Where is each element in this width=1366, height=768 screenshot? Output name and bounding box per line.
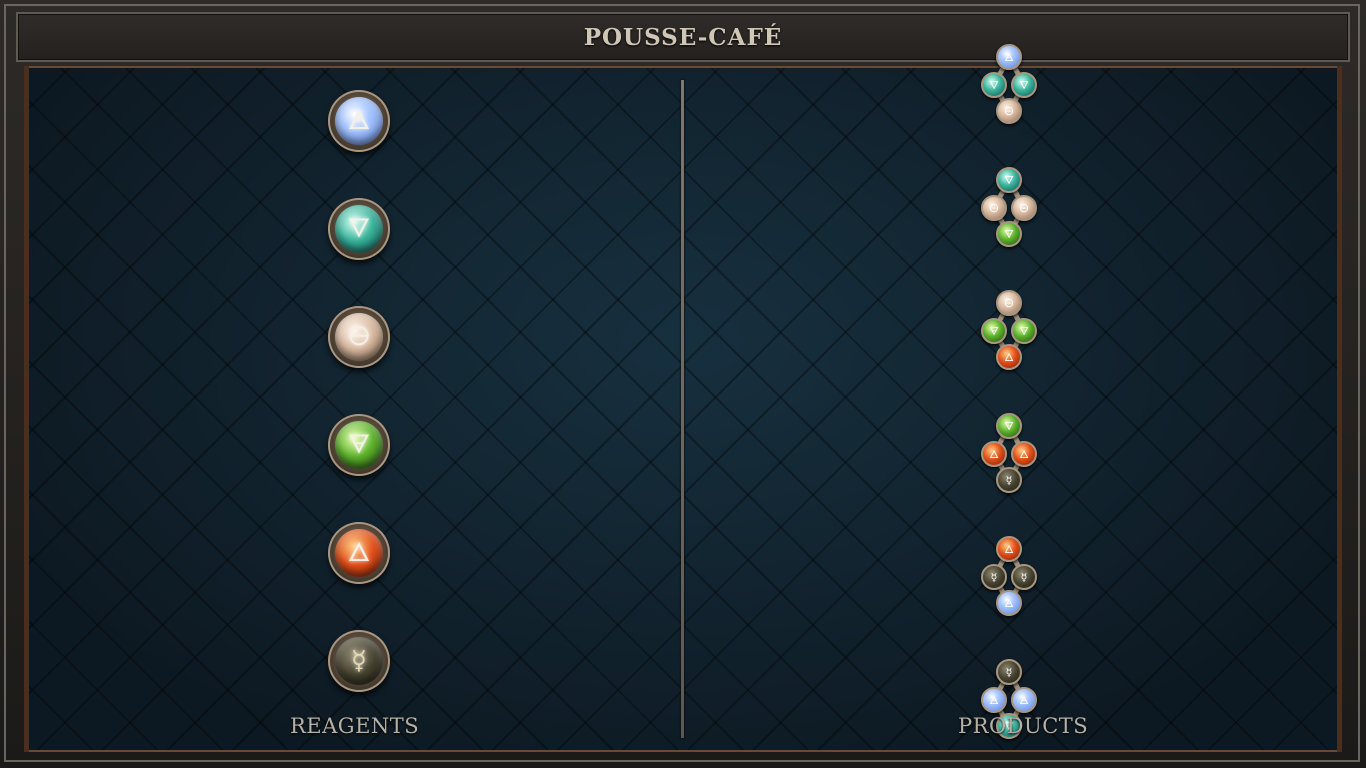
atom-fire-icon: 🜂 (996, 344, 1022, 370)
atom-salt-icon: 🜔 (996, 290, 1022, 316)
atom-earth-icon: 🜃 (996, 221, 1022, 247)
water-symbol-icon: 🜄 (335, 205, 383, 253)
reagent-water[interactable]: 🜄 (328, 198, 390, 260)
reagent-fire[interactable]: 🜂 (328, 522, 390, 584)
product-molecule[interactable]: 🜃 🜂 🜂 ☿ (977, 409, 1041, 499)
atom-quicksilver-icon: ☿ (1011, 564, 1037, 590)
atom-quicksilver-icon: ☿ (996, 467, 1022, 493)
atom-fire-icon: 🜂 (1011, 441, 1037, 467)
reagent-quicksilver[interactable]: ☿ (328, 630, 390, 692)
atom-fire-icon: 🜂 (981, 441, 1007, 467)
atom-air-icon: 🜁 (1011, 687, 1037, 713)
atom-water-icon: 🜄 (996, 167, 1022, 193)
atom-quicksilver-icon: ☿ (996, 659, 1022, 685)
product-molecule[interactable]: 🜔 🜃 🜃 🜂 (977, 286, 1041, 376)
atom-water-icon: 🜄 (981, 72, 1007, 98)
atom-fire-icon: 🜂 (996, 536, 1022, 562)
title-bar: POUSSE-CAFÉ (16, 12, 1350, 62)
air-symbol-icon: 🜁 (335, 97, 383, 145)
atom-salt-icon: 🜔 (981, 195, 1007, 221)
atom-quicksilver-icon: ☿ (981, 564, 1007, 590)
atom-earth-icon: 🜃 (996, 413, 1022, 439)
reagent-earth[interactable]: 🜃 (328, 414, 390, 476)
products-label: PRODUCTS (958, 714, 1089, 738)
atom-salt-icon: 🜔 (996, 98, 1022, 124)
product-molecule[interactable]: 🜂 ☿ ☿ 🜁 (977, 532, 1041, 622)
fire-symbol-icon: 🜂 (335, 529, 383, 577)
product-molecule[interactable]: 🜄 🜔 🜔 🜃 (977, 163, 1041, 253)
puzzle-title: POUSSE-CAFÉ (583, 23, 783, 51)
product-molecule[interactable]: 🜁 🜄 🜄 🜔 (977, 40, 1041, 130)
reagent-salt[interactable]: 🜔 (328, 306, 390, 368)
atom-salt-icon: 🜔 (1011, 195, 1037, 221)
panel-left-trim (24, 66, 29, 752)
quicksilver-symbol-icon: ☿ (335, 637, 383, 685)
salt-symbol-icon: 🜔 (335, 313, 383, 361)
atom-air-icon: 🜁 (981, 687, 1007, 713)
reagents-label: REAGENTS (290, 714, 420, 738)
atom-earth-icon: 🜃 (1011, 318, 1037, 344)
reagent-air[interactable]: 🜁 (328, 90, 390, 152)
atom-water-icon: 🜄 (1011, 72, 1037, 98)
column-divider (681, 80, 684, 738)
panel-right-trim (1337, 66, 1342, 752)
atom-air-icon: 🜁 (996, 590, 1022, 616)
atom-air-icon: 🜁 (996, 44, 1022, 70)
atom-earth-icon: 🜃 (981, 318, 1007, 344)
earth-symbol-icon: 🜃 (335, 421, 383, 469)
